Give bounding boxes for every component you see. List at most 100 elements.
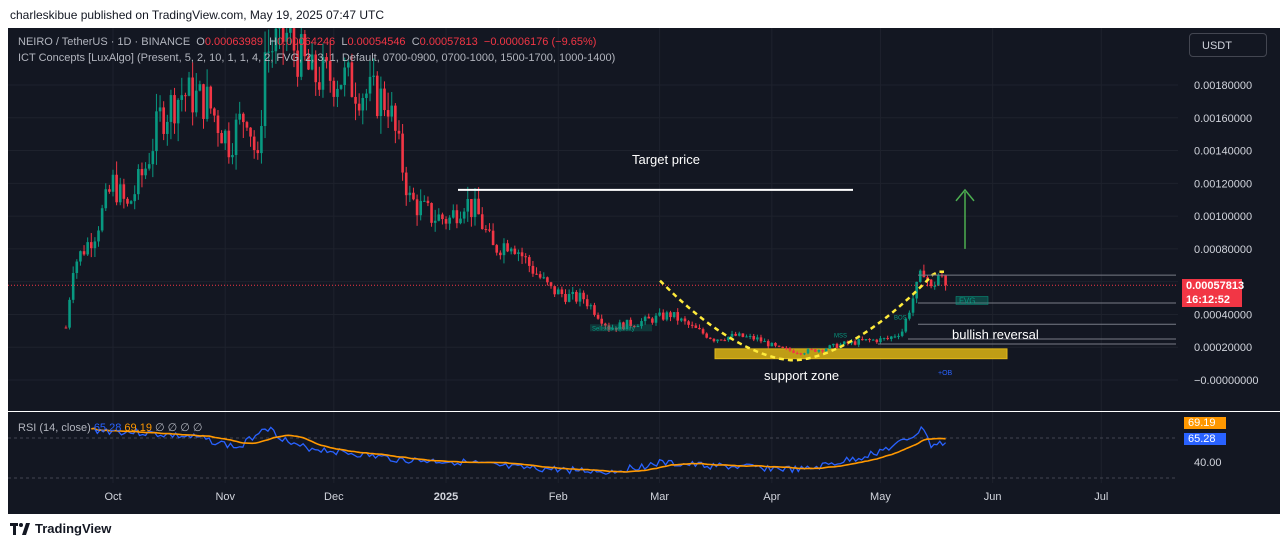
candle [918,269,922,283]
rsi-value: 65.28 [93,422,122,434]
candle-body [441,214,444,220]
candle-body [220,133,223,144]
candle [155,93,158,165]
price-axis-tick: 0.00080000 [1194,244,1252,256]
candle [245,120,249,131]
candle-body [187,77,191,96]
candle-body [821,349,824,352]
target-price-label: Target price [632,152,700,167]
candle [234,113,238,170]
candle-body [459,218,462,224]
candle-body [368,76,372,94]
candle [723,338,727,342]
candle-body [911,298,915,313]
change-value: −0.00006176 (−9.65%) [483,36,597,48]
candle-body [191,77,194,113]
candle-body [151,151,155,165]
candle-body [799,353,803,355]
candle-body [144,168,147,176]
candle [151,138,155,178]
candle-body [705,333,708,338]
candle-body [97,230,100,242]
bos-label: BOS [894,315,907,321]
fvg-label: FVG [959,296,975,305]
support-zone-box [715,348,1007,359]
candle [383,81,386,117]
candle-body [567,294,571,302]
rsi-line [91,425,947,475]
candle [593,302,596,317]
candle [256,141,260,160]
candle-body [785,347,788,349]
candle [835,342,839,349]
candle [462,207,466,224]
close-value: 0.00057813 [419,36,478,48]
indicator-legend[interactable]: ICT Concepts [LuxAlgo] (Present, 5, 2, 1… [18,52,615,64]
candle-body [111,174,115,192]
candle-body [654,315,658,323]
high-value: 0.00064246 [277,36,336,48]
candle [680,317,683,323]
tradingview-logo[interactable]: TradingView [10,521,111,536]
candle-body [817,349,821,352]
candle-body [126,198,129,204]
candle-body [842,341,846,345]
candle [209,85,213,114]
candle-body [397,130,401,134]
candle [734,331,737,337]
candle [339,84,343,91]
time-axis-tick: Dec [324,491,344,503]
rsi-ma-tag: 69.19 [1184,417,1226,429]
candle [556,287,560,295]
candle-body [774,342,777,346]
candles-group [64,28,947,356]
pane-separator[interactable] [8,411,1280,412]
candle-body [669,312,672,318]
candle [861,336,864,341]
candle [727,336,730,342]
time-axis-tick: Apr [763,491,780,503]
candle [194,73,198,117]
candle-body [133,194,137,202]
candle-body [875,339,879,343]
candle-body [868,339,871,341]
candle [238,101,241,125]
candle-body [430,203,433,223]
symbol-label[interactable]: NEIRO / TetherUS · 1D · BINANCE [18,36,190,48]
rsi-title[interactable]: RSI (14, close) [18,422,91,434]
candle-body [759,337,763,342]
candle [97,226,100,247]
candle-body [803,353,806,355]
candle [231,143,234,165]
candle [701,327,705,335]
rsi-tag: 65.28 [1184,433,1226,445]
candle-body [502,243,506,256]
candle-body [690,324,694,326]
candle-body [289,28,292,33]
candle [404,166,408,206]
bullish-reversal-label: bullish reversal [952,327,1039,342]
candle [223,129,227,150]
candle-body [709,337,712,339]
candle-body [792,350,795,353]
tradingview-logo-text: TradingView [35,521,112,536]
chart-panel[interactable]: FVG MSS BOS +OB Sellside liquidity 0.00180000… [8,28,1280,514]
price-axis-tick: 0.00180000 [1194,80,1252,92]
candle [162,101,165,141]
candle-body [412,192,415,200]
candle [169,89,173,140]
candle-body [535,273,538,275]
candle [133,185,137,210]
candle-body [658,312,661,316]
chart-canvas[interactable]: FVG MSS BOS +OB Sellside liquidity 0.00180000… [8,28,1280,514]
candle [669,310,672,322]
candle [111,169,115,197]
currency-button[interactable]: USDT [1189,33,1267,57]
candle-body [824,348,828,352]
candle-body [158,107,162,112]
candle-body [433,220,437,223]
rsi-placeholders: ∅ ∅ ∅ ∅ [155,422,203,434]
tradingview-logo-icon [10,522,30,535]
candle [911,293,915,317]
candle [864,338,868,342]
